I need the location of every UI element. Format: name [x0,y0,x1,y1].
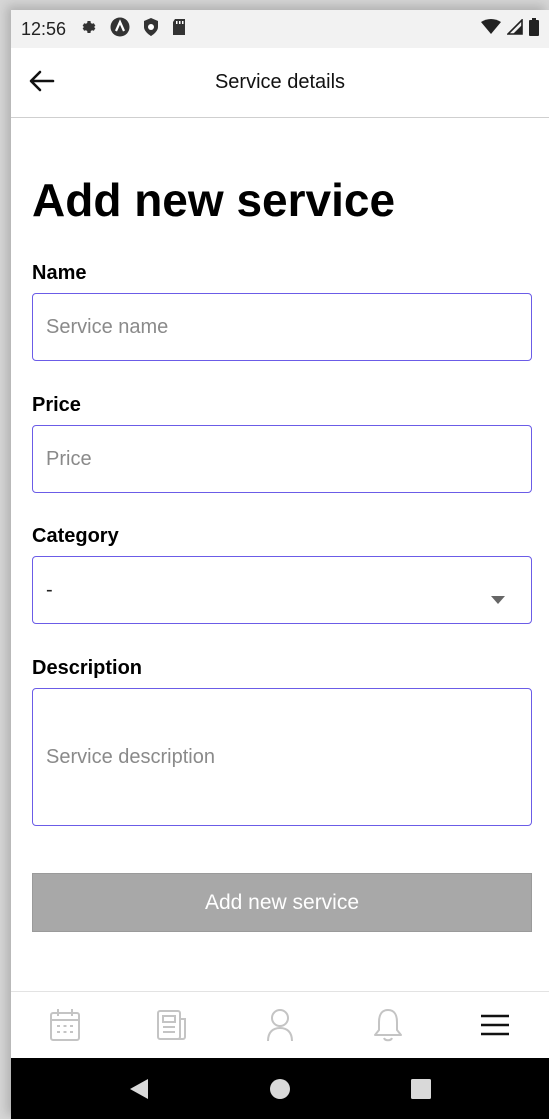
system-nav-bar [11,1058,549,1119]
a-circle-icon [110,17,130,42]
category-select[interactable]: - [32,556,532,624]
status-time: 12:56 [21,18,67,39]
system-recents-button[interactable] [401,1069,441,1109]
calendar-icon [49,1009,80,1041]
signal-icon [506,17,523,40]
phone-screen: 12:56 Service details Add new service Na… [11,10,549,1119]
system-back-button[interactable] [119,1069,159,1109]
page-header-title: Service details [214,71,346,93]
back-triangle-icon [130,1078,149,1099]
shield-icon [142,17,160,42]
add-service-button-label: Add new service [204,890,360,914]
sd-card-icon [172,18,186,41]
name-label: Name [32,262,87,284]
wifi-icon [481,18,501,40]
service-name-input[interactable] [32,293,532,361]
bell-icon [373,1009,402,1042]
status-bar: 12:56 [11,10,549,48]
battery-icon [529,17,539,41]
menu-icon [481,1014,510,1036]
recents-square-icon [410,1078,431,1099]
person-icon [266,1009,293,1042]
nav-item-news[interactable] [119,992,227,1058]
category-selected-value: - [46,578,53,601]
nav-item-calendar[interactable] [11,992,119,1058]
nav-item-notifications[interactable] [334,992,442,1058]
bottom-nav [11,991,549,1058]
nav-item-menu[interactable] [441,992,549,1058]
gear-icon [80,18,98,41]
nav-item-profile[interactable] [226,992,334,1058]
system-home-button[interactable] [260,1069,300,1109]
category-label: Category [32,525,119,547]
app-bar: Service details [11,48,549,118]
chevron-down-icon [491,587,505,610]
page-title: Add new service [32,174,396,226]
add-service-button[interactable]: Add new service [32,873,532,932]
price-input[interactable] [32,425,532,493]
description-textarea[interactable] [32,688,532,826]
description-label: Description [32,657,143,679]
home-circle-icon [269,1078,290,1099]
price-label: Price [32,394,81,416]
newspaper-icon [157,1010,187,1040]
